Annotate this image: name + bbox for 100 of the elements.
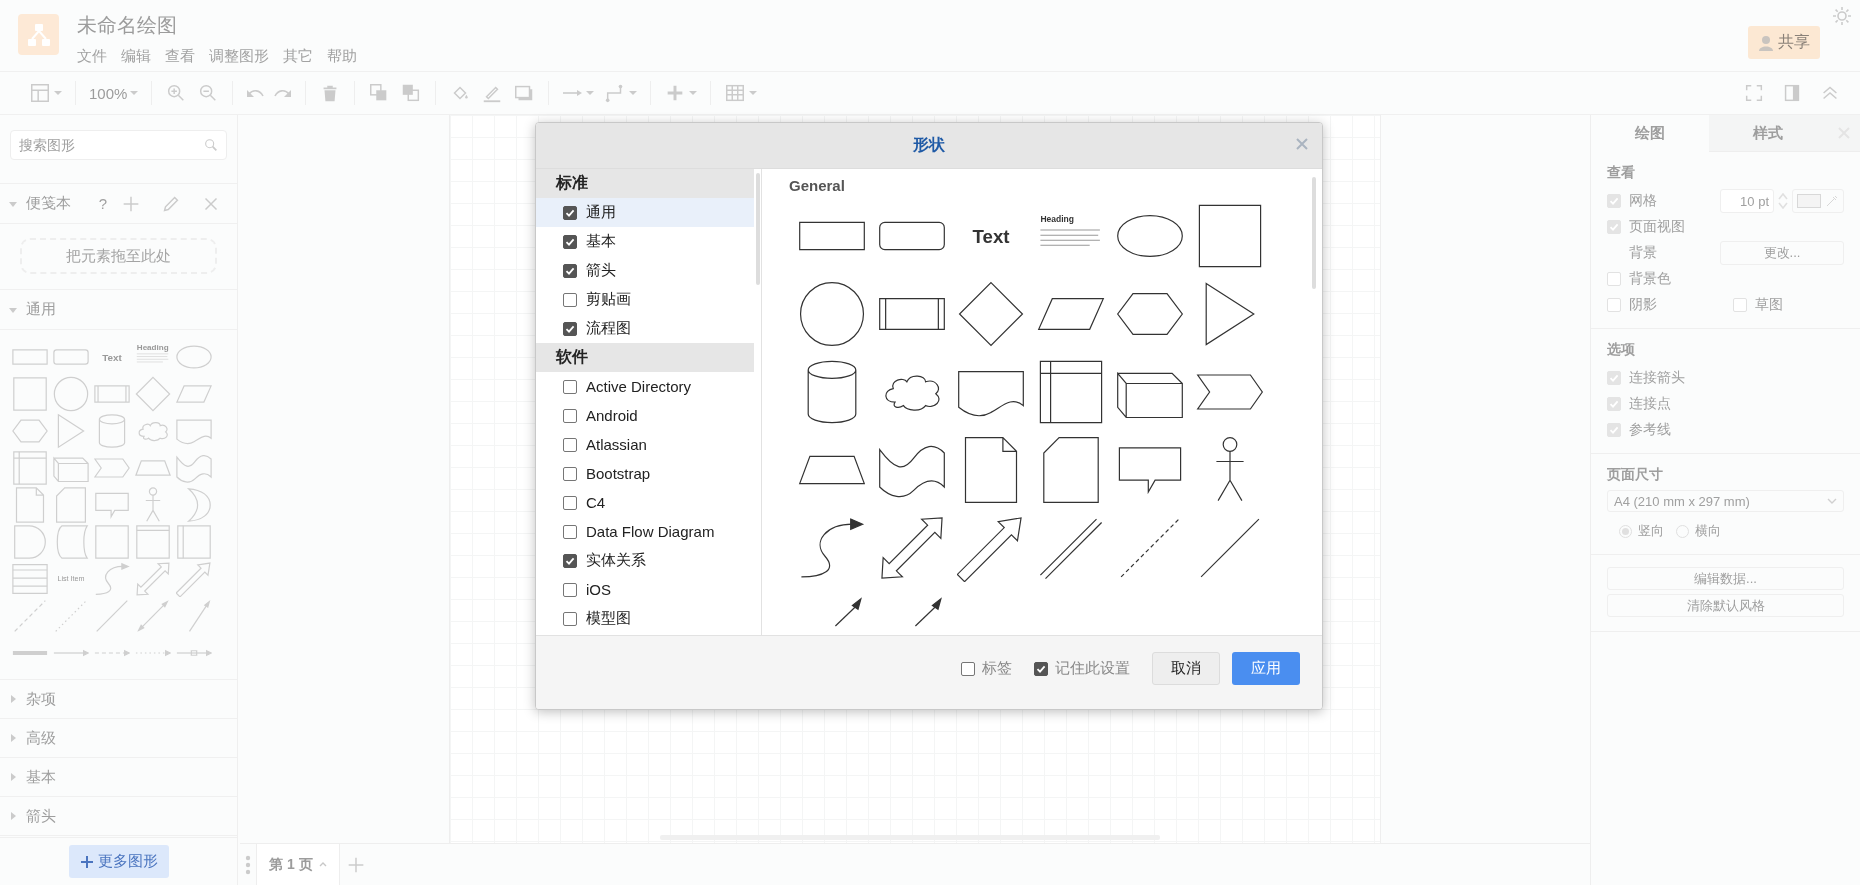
actor-icon[interactable] — [1215, 437, 1244, 502]
line-icon[interactable] — [1200, 518, 1259, 578]
sun-icon[interactable] — [1832, 6, 1852, 26]
delay-icon[interactable] — [14, 524, 46, 559]
curve-icon[interactable] — [800, 518, 865, 578]
stepper-icon[interactable] — [1778, 191, 1788, 211]
shape-label[interactable]: Text — [102, 351, 122, 363]
expand-icon[interactable] — [8, 733, 18, 743]
panel-button[interactable]: 编辑数据... — [1607, 567, 1844, 590]
checkbox[interactable] — [563, 553, 577, 568]
library-item[interactable]: Bootstrap — [536, 459, 754, 488]
checkbox[interactable] — [563, 611, 577, 626]
checkbox[interactable] — [563, 205, 577, 220]
library-item[interactable]: Data Flow Diagram — [536, 517, 754, 546]
checkbox[interactable] — [563, 263, 577, 278]
page-tab[interactable]: 第 1 页 — [256, 843, 340, 885]
crescent-icon[interactable] — [188, 487, 211, 522]
hexagon-icon[interactable] — [1116, 293, 1184, 335]
rounded-rectangle-icon[interactable] — [878, 221, 945, 251]
section-title[interactable]: 通用 — [26, 300, 227, 319]
card-icon[interactable] — [1042, 437, 1099, 503]
grid-color-picker[interactable] — [1792, 189, 1844, 213]
scrollbar[interactable] — [1312, 177, 1316, 289]
checkbox[interactable] — [563, 408, 577, 423]
panel-tab[interactable]: 样式 — [1709, 115, 1827, 152]
section-title[interactable]: 高级 — [26, 728, 227, 748]
data-storage-icon[interactable] — [56, 524, 88, 559]
zoom-dropdown[interactable]: 100% — [84, 79, 144, 107]
link-icon[interactable] — [1039, 518, 1102, 580]
logo-icon[interactable] — [18, 14, 59, 55]
document-title[interactable]: 未命名绘图 — [77, 12, 177, 39]
search-field[interactable]: 搜索图形 — [10, 130, 227, 160]
close-icon[interactable] — [1296, 138, 1308, 150]
change-button[interactable]: 更改... — [1720, 241, 1844, 265]
heading-label[interactable]: Heading — [136, 342, 169, 352]
page-size-select[interactable]: A4 (210 mm x 297 mm) — [1607, 490, 1844, 512]
library-item[interactable]: 基本 — [536, 227, 754, 256]
checkbox[interactable] — [563, 466, 577, 481]
section-title[interactable]: 杂项 — [26, 689, 227, 709]
thick-line-icon[interactable] — [12, 650, 48, 655]
dotted-line-icon[interactable] — [55, 599, 87, 632]
apply-button[interactable]: 应用 — [1232, 652, 1300, 685]
process-icon[interactable] — [878, 298, 945, 330]
short-arrow-icon[interactable] — [914, 597, 942, 627]
tape-icon[interactable] — [878, 445, 945, 498]
help-button[interactable]: ? — [98, 195, 107, 212]
library-item[interactable]: C4 — [536, 488, 754, 517]
document-icon[interactable] — [958, 371, 1024, 417]
cube-icon[interactable] — [1117, 372, 1183, 419]
list-icon[interactable] — [12, 563, 48, 594]
window-icon[interactable] — [136, 524, 170, 559]
library-item[interactable]: 剪贴画 — [536, 285, 754, 314]
expand-icon[interactable] — [8, 694, 18, 704]
menu-item[interactable]: 调整图形 — [209, 47, 269, 66]
list-container-icon[interactable] — [177, 524, 211, 559]
bidirectional-arrow-icon[interactable] — [880, 517, 943, 579]
shape-label[interactable]: List Item — [57, 573, 85, 583]
trapezoid-icon[interactable] — [798, 455, 866, 485]
checkbox[interactable] — [563, 524, 577, 539]
checkbox[interactable] — [563, 234, 577, 249]
container-icon[interactable] — [95, 524, 129, 559]
checkbox[interactable] — [563, 379, 577, 394]
library-item[interactable]: Active Directory — [536, 372, 754, 401]
arrow-icon[interactable] — [957, 517, 1022, 582]
library-item[interactable]: Atlassian — [536, 430, 754, 459]
checkbox[interactable] — [563, 495, 577, 510]
diamond-icon[interactable] — [958, 281, 1024, 347]
library-item[interactable]: Android — [536, 401, 754, 430]
dotted-connector-icon[interactable] — [135, 649, 171, 656]
line-arrow-icon[interactable] — [188, 599, 211, 632]
library-item[interactable]: 箭头 — [536, 256, 754, 285]
menu-item[interactable]: 其它 — [283, 47, 313, 66]
bidirectional-line-icon[interactable] — [137, 599, 169, 632]
cylinder-icon[interactable] — [807, 360, 857, 424]
cancel-button[interactable]: 取消 — [1152, 652, 1220, 685]
checkbox[interactable] — [563, 437, 577, 452]
section-title[interactable]: 基本 — [26, 767, 227, 787]
menu-item[interactable]: 编辑 — [121, 47, 151, 66]
search-icon[interactable] — [203, 137, 219, 153]
section-title[interactable]: 箭头 — [26, 806, 227, 826]
checkbox[interactable] — [961, 661, 975, 676]
ellipse-icon[interactable] — [1117, 215, 1183, 257]
dashed-line-icon[interactable] — [1120, 518, 1180, 578]
expand-icon[interactable] — [8, 811, 18, 821]
checkbox[interactable] — [563, 321, 577, 336]
eyedropper-icon[interactable] — [1825, 194, 1839, 208]
checkbox[interactable] — [563, 582, 577, 597]
library-item[interactable]: 实体关系 — [536, 546, 754, 575]
panel-button[interactable]: 清除默认风格 — [1607, 594, 1844, 617]
menu-item[interactable]: 查看 — [165, 47, 195, 66]
drop-zone[interactable]: 把元素拖至此处 — [20, 238, 217, 274]
square-icon[interactable] — [1198, 204, 1261, 268]
library-item[interactable]: iOS — [536, 575, 754, 604]
checkbox[interactable] — [563, 292, 577, 307]
shape-label[interactable]: Text — [972, 225, 1010, 247]
parallelogram-icon[interactable] — [1037, 298, 1104, 330]
more-shapes-button[interactable]: 更多图形 — [68, 845, 169, 878]
circle-icon[interactable] — [799, 281, 865, 347]
section-title[interactable]: 便笺本 — [26, 194, 91, 213]
library-item[interactable]: 通用 — [536, 198, 754, 227]
